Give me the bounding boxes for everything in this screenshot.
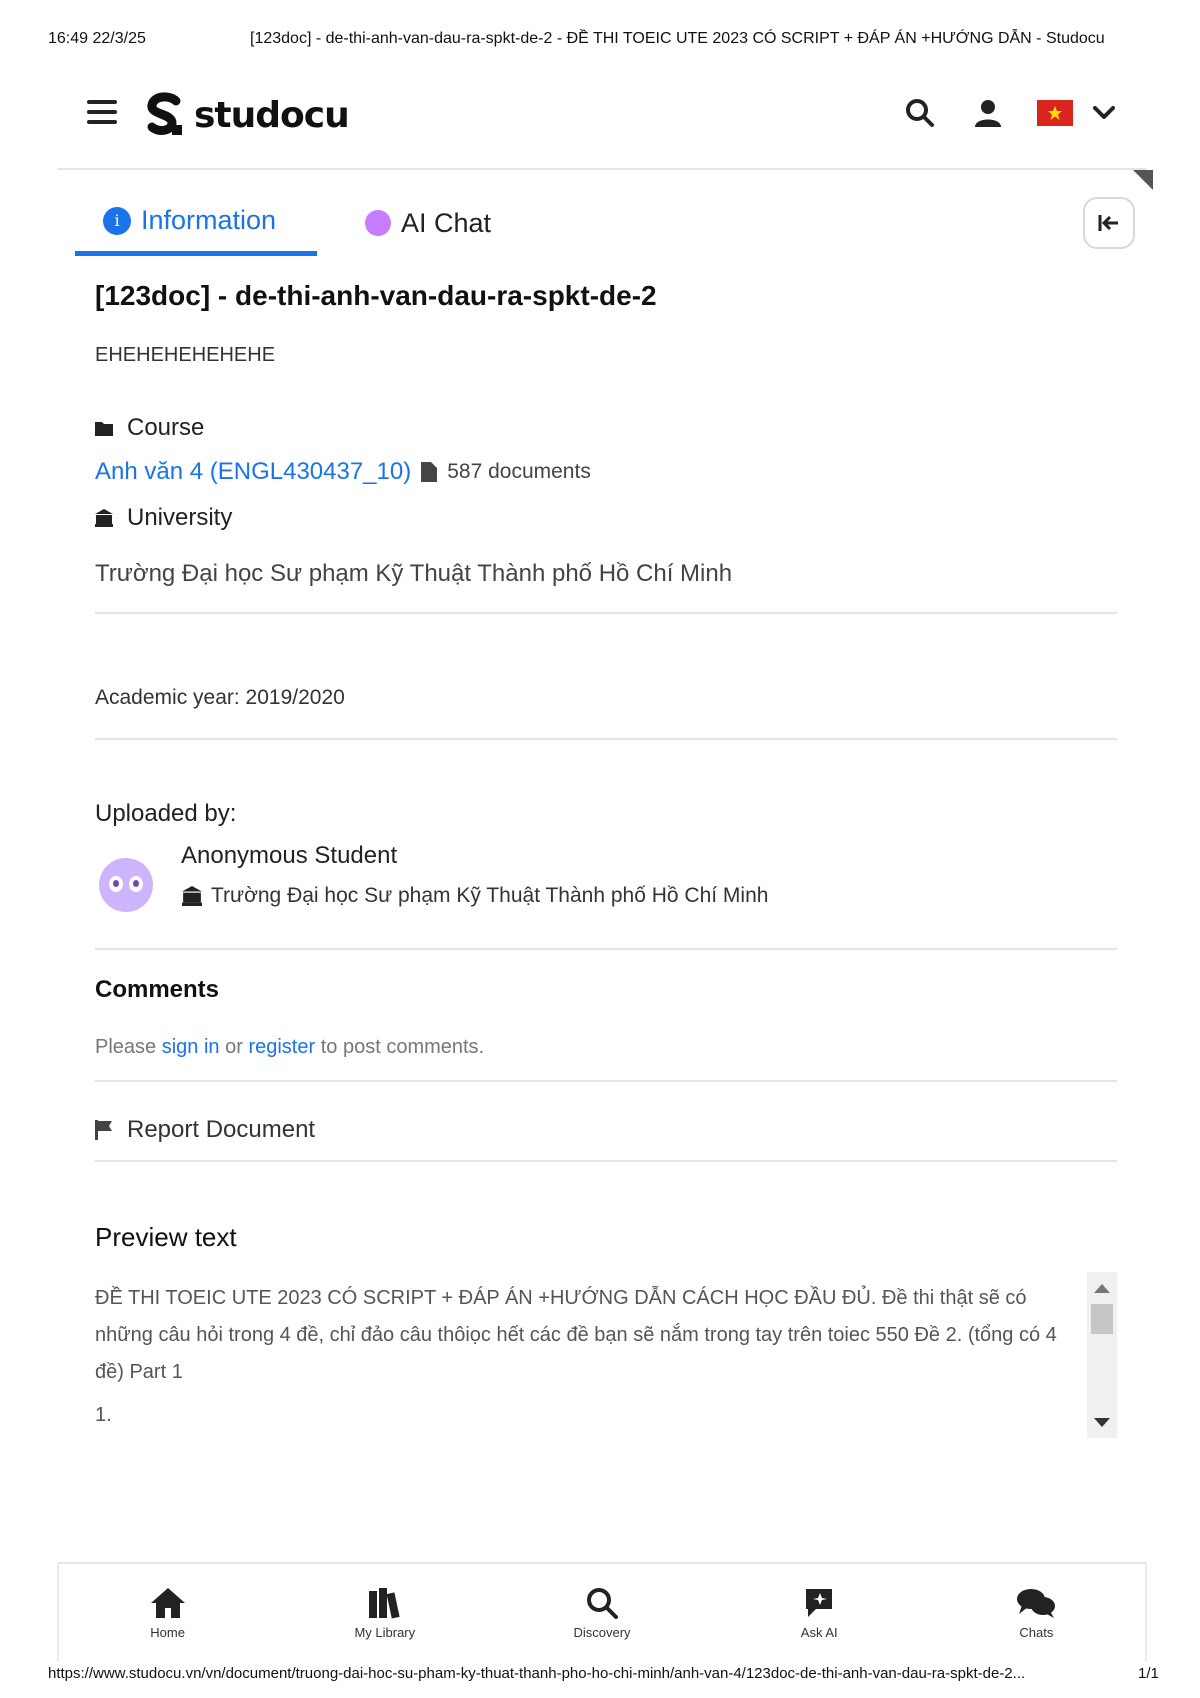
tab-ai-chat-label: AI Chat <box>401 207 492 238</box>
avatar[interactable] <box>99 858 153 912</box>
chevron-down-icon[interactable] <box>1091 94 1117 132</box>
collapse-panel-button[interactable] <box>1083 197 1135 249</box>
tab-information[interactable]: i Information <box>75 190 317 256</box>
university-icon <box>182 886 202 906</box>
university-label-text: University <box>127 504 233 531</box>
university-icon <box>95 509 113 527</box>
nav-home[interactable]: Home <box>59 1564 276 1662</box>
top-icons <box>901 94 1117 132</box>
ask-ai-icon <box>806 1588 833 1617</box>
print-timestamp: 16:49 22/3/25 <box>48 30 146 47</box>
scroll-up-arrow-icon[interactable] <box>1094 1284 1110 1293</box>
ai-chat-icon <box>365 210 391 236</box>
scrollbar-thumb[interactable] <box>1091 1304 1113 1334</box>
course-link[interactable]: Anh văn 4 (ENGL430437_10) <box>95 458 411 486</box>
document-description: EHEHEHEHEHEHE <box>95 344 276 366</box>
preview-text-line: 1. <box>95 1404 112 1426</box>
preview-title: Preview text <box>95 1222 237 1252</box>
divider <box>95 738 1117 740</box>
vietnam-flag-icon[interactable] <box>1037 100 1073 126</box>
comments-prefix: Please <box>95 1036 157 1058</box>
nav-discovery-label: Discovery <box>573 1624 631 1640</box>
university-label: University <box>95 504 232 532</box>
nav-chats-label: Chats <box>1019 1624 1054 1640</box>
divider <box>95 612 1117 614</box>
user-icon[interactable] <box>969 94 1007 132</box>
sign-in-link[interactable]: sign in <box>162 1036 220 1058</box>
comments-middle: or <box>225 1036 243 1058</box>
bottom-navigation: Home My Library Discovery Ask AI Chats <box>57 1562 1147 1662</box>
scroll-down-arrow-icon[interactable] <box>1094 1418 1110 1427</box>
report-document-label: Report Document <box>127 1116 316 1143</box>
studocu-logo[interactable]: studocu <box>142 88 350 142</box>
preview-text-box: ĐỀ THI TOEIC UTE 2023 CÓ SCRIPT + ĐÁP ÁN… <box>95 1272 1117 1438</box>
nav-my-library[interactable]: My Library <box>276 1564 493 1662</box>
course-info: Anh văn 4 (ENGL430437_10) 587 documents <box>95 458 591 486</box>
register-link[interactable]: register <box>248 1036 315 1058</box>
tab-ai-chat[interactable]: AI Chat <box>365 190 491 256</box>
flag-icon <box>95 1120 112 1140</box>
logo-text: studocu <box>194 94 350 136</box>
comments-title: Comments <box>95 976 220 1003</box>
document-title: [123doc] - de-thi-anh-van-dau-ra-spkt-de… <box>95 280 657 311</box>
document-icon <box>421 462 438 482</box>
home-icon <box>150 1587 185 1618</box>
report-document-button[interactable]: Report Document <box>95 1116 315 1144</box>
top-navigation-bar: studocu <box>57 70 1147 170</box>
corner-marker <box>1133 170 1153 190</box>
print-footer-page-number: 1/1 <box>1138 1665 1159 1682</box>
uploader-name[interactable]: Anonymous Student <box>181 842 397 870</box>
search-icon <box>587 1587 618 1619</box>
nav-home-label: Home <box>150 1624 185 1640</box>
print-page-title: [123doc] - de-thi-anh-van-dau-ra-spkt-de… <box>250 30 1105 47</box>
menu-icon[interactable] <box>87 100 117 126</box>
comments-suffix: to post comments. <box>320 1036 485 1058</box>
folder-icon <box>95 422 113 436</box>
divider <box>95 1080 1117 1082</box>
divider <box>95 948 1117 950</box>
nav-ask-ai[interactable]: Ask AI <box>711 1564 928 1662</box>
academic-year: Academic year: 2019/2020 <box>95 686 345 709</box>
print-header: 16:49 22/3/25 [123doc] - de-thi-anh-van-… <box>0 0 1200 80</box>
tab-information-label: Information <box>141 205 277 235</box>
comments-prompt: Please sign in or register to post comme… <box>95 1036 484 1059</box>
studocu-logo-mark <box>142 91 190 139</box>
divider <box>95 1160 1117 1162</box>
course-label: Course <box>95 414 204 442</box>
collapse-arrow-icon <box>1098 215 1118 231</box>
library-icon <box>368 1587 400 1619</box>
nav-my-library-label: My Library <box>354 1624 416 1640</box>
search-icon[interactable] <box>901 94 939 132</box>
chats-icon <box>1017 1588 1056 1618</box>
university-name[interactable]: Trường Đại học Sư phạm Kỹ Thuật Thành ph… <box>95 560 732 588</box>
course-document-count: 587 documents <box>447 460 591 483</box>
preview-scrollbar[interactable] <box>1087 1272 1117 1438</box>
nav-ask-ai-label: Ask AI <box>800 1624 838 1640</box>
preview-text: ĐỀ THI TOEIC UTE 2023 CÓ SCRIPT + ĐÁP ÁN… <box>95 1287 1057 1383</box>
print-footer-url: https://www.studocu.vn/vn/document/truon… <box>48 1665 1026 1682</box>
course-label-text: Course <box>127 414 205 441</box>
uploaded-by-label: Uploaded by: <box>95 800 237 827</box>
uploader-university-text: Trường Đại học Sư phạm Kỹ Thuật Thành ph… <box>211 884 769 907</box>
nav-chats[interactable]: Chats <box>928 1564 1145 1662</box>
sidebar-tabs: i Information AI Chat <box>75 190 1135 256</box>
nav-discovery[interactable]: Discovery <box>493 1564 710 1662</box>
info-icon: i <box>103 206 131 235</box>
uploader-university: Trường Đại học Sư phạm Kỹ Thuật Thành ph… <box>181 884 768 908</box>
